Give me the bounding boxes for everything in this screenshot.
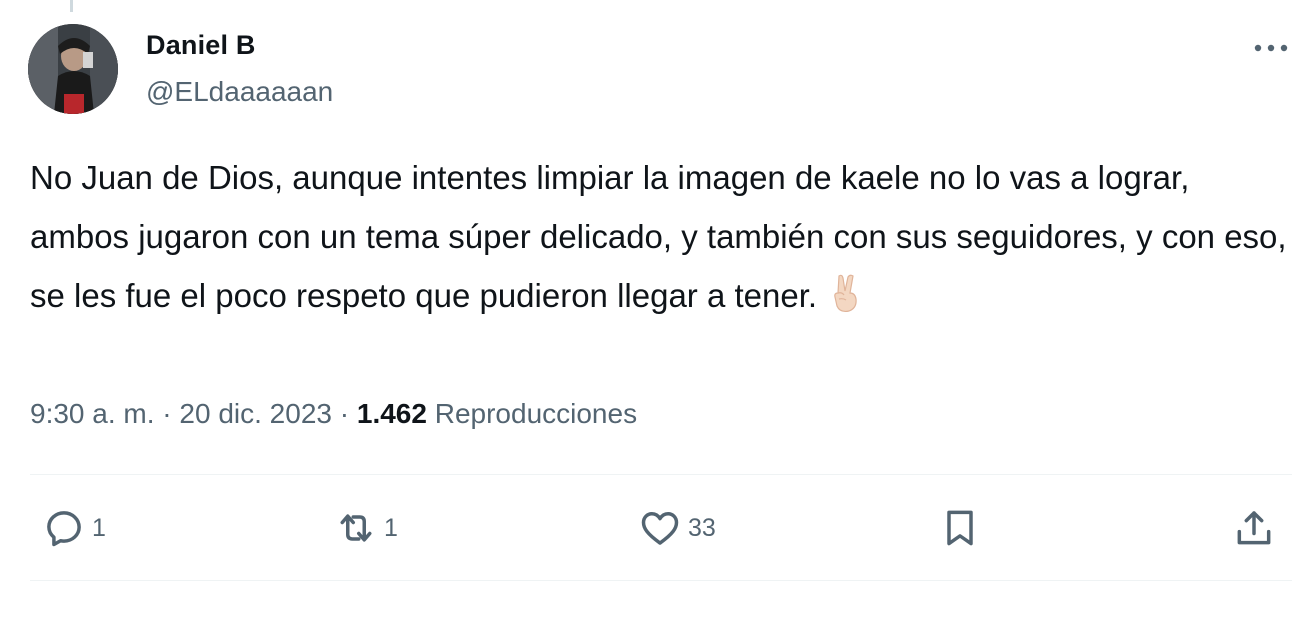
share-icon: [1237, 511, 1271, 545]
tweet-time[interactable]: 9:30 a. m.: [30, 398, 155, 429]
like-count: 33: [688, 513, 716, 542]
avatar[interactable]: [28, 24, 118, 114]
victory-hand-emoji: [829, 273, 863, 313]
reply-icon: [47, 511, 81, 547]
heart-icon: [641, 511, 679, 545]
reply-count: 1: [92, 513, 106, 542]
more-options-button[interactable]: [1252, 34, 1290, 62]
more-horizontal-icon: [1254, 44, 1288, 52]
meta-separator: ·: [162, 398, 172, 429]
author-handle[interactable]: @ELdaaaaaan: [146, 76, 333, 108]
retweet-count: 1: [384, 513, 398, 542]
views-count[interactable]: 1.462: [357, 398, 427, 429]
retweet-icon: [340, 514, 372, 542]
tweet-card: Daniel B @ELdaaaaaan No Juan de Dios, au…: [0, 0, 1316, 620]
like-button[interactable]: 33: [638, 506, 716, 550]
bookmark-button[interactable]: [938, 506, 982, 550]
share-button[interactable]: [1232, 506, 1276, 550]
views-label[interactable]: Reproducciones: [435, 398, 637, 429]
divider: [30, 580, 1292, 581]
meta-separator: ·: [339, 398, 350, 429]
retweet-button[interactable]: 1: [334, 506, 398, 550]
divider: [30, 474, 1292, 475]
tweet-meta: 9:30 a. m. · 20 dic. 2023 · 1.462 Reprod…: [30, 398, 637, 430]
author-name[interactable]: Daniel B: [146, 30, 256, 61]
tweet-text: No Juan de Dios, aunque intentes limpiar…: [30, 148, 1290, 325]
bookmark-icon: [947, 510, 973, 546]
tweet-date[interactable]: 20 dic. 2023: [179, 398, 332, 429]
avatar-image: [28, 24, 118, 114]
thread-line: [70, 0, 73, 12]
tweet-text-body: No Juan de Dios, aunque intentes limpiar…: [30, 159, 1287, 314]
reply-button[interactable]: 1: [42, 506, 106, 550]
